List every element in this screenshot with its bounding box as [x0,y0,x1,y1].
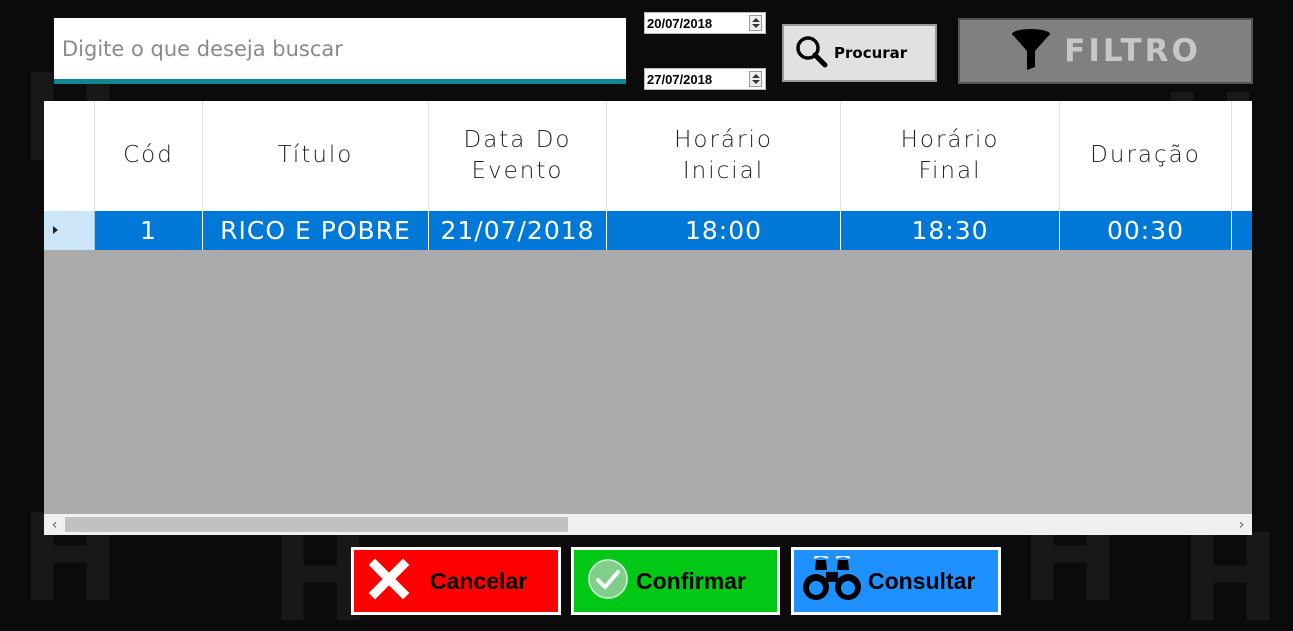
consult-button-label: Consultar [868,567,976,594]
column-header-fim[interactable]: Horário Final [841,101,1060,211]
date-end-value: 27/07/2018 [647,72,713,87]
consult-button[interactable]: Consultar [791,547,1001,615]
check-icon [586,557,630,605]
cancel-button-label: Cancelar [430,567,528,594]
scroll-right-icon[interactable]: › [1231,514,1252,535]
date-end-spinner[interactable] [749,71,762,87]
cancel-button[interactable]: Cancelar [351,547,561,615]
cell-inicio[interactable]: 18:00 [607,211,841,250]
filter-button-label: FILTRO [1064,33,1201,69]
date-start-spinner[interactable] [749,15,762,31]
scroll-left-icon[interactable]: ‹ [44,514,65,535]
row-indicator-icon [53,226,58,234]
column-header-extra [1232,101,1252,211]
column-header-inicio[interactable]: Horário Inicial [607,101,841,211]
column-header-titulo[interactable]: Título [203,101,429,211]
search-button-label: Procurar [834,44,908,62]
search-field[interactable] [54,18,626,84]
cell-fim[interactable]: 18:30 [841,211,1060,250]
horizontal-scrollbar[interactable]: ‹ › [44,514,1252,535]
date-start-picker[interactable]: 20/07/2018 [644,12,766,34]
search-icon [794,34,828,72]
events-table[interactable]: Cód Título Data Do Evento Horário Inicia… [44,101,1252,535]
filter-icon [1010,27,1052,75]
filter-button[interactable]: FILTRO [958,18,1253,84]
cell-titulo[interactable]: RICO E POBRE [203,211,429,250]
cell-data[interactable]: 21/07/2018 [429,211,607,250]
cell-duracao[interactable]: 00:30 [1060,211,1232,250]
date-start-value: 20/07/2018 [647,16,713,31]
column-header-cod[interactable]: Cód [95,101,203,211]
confirm-button[interactable]: Confirmar [571,547,780,615]
search-button[interactable]: Procurar [782,24,937,82]
table-corner [44,101,95,211]
column-header-data[interactable]: Data Do Evento [429,101,607,211]
cell-cod[interactable]: 1 [95,211,203,250]
search-input[interactable] [54,18,626,79]
column-header-duracao[interactable]: Duração [1060,101,1232,211]
scrollbar-thumb[interactable] [65,517,568,532]
row-indicator[interactable] [44,211,95,250]
confirm-button-label: Confirmar [636,567,746,594]
binoculars-icon [800,555,864,606]
date-end-picker[interactable]: 27/07/2018 [644,68,766,90]
close-icon [368,558,410,604]
